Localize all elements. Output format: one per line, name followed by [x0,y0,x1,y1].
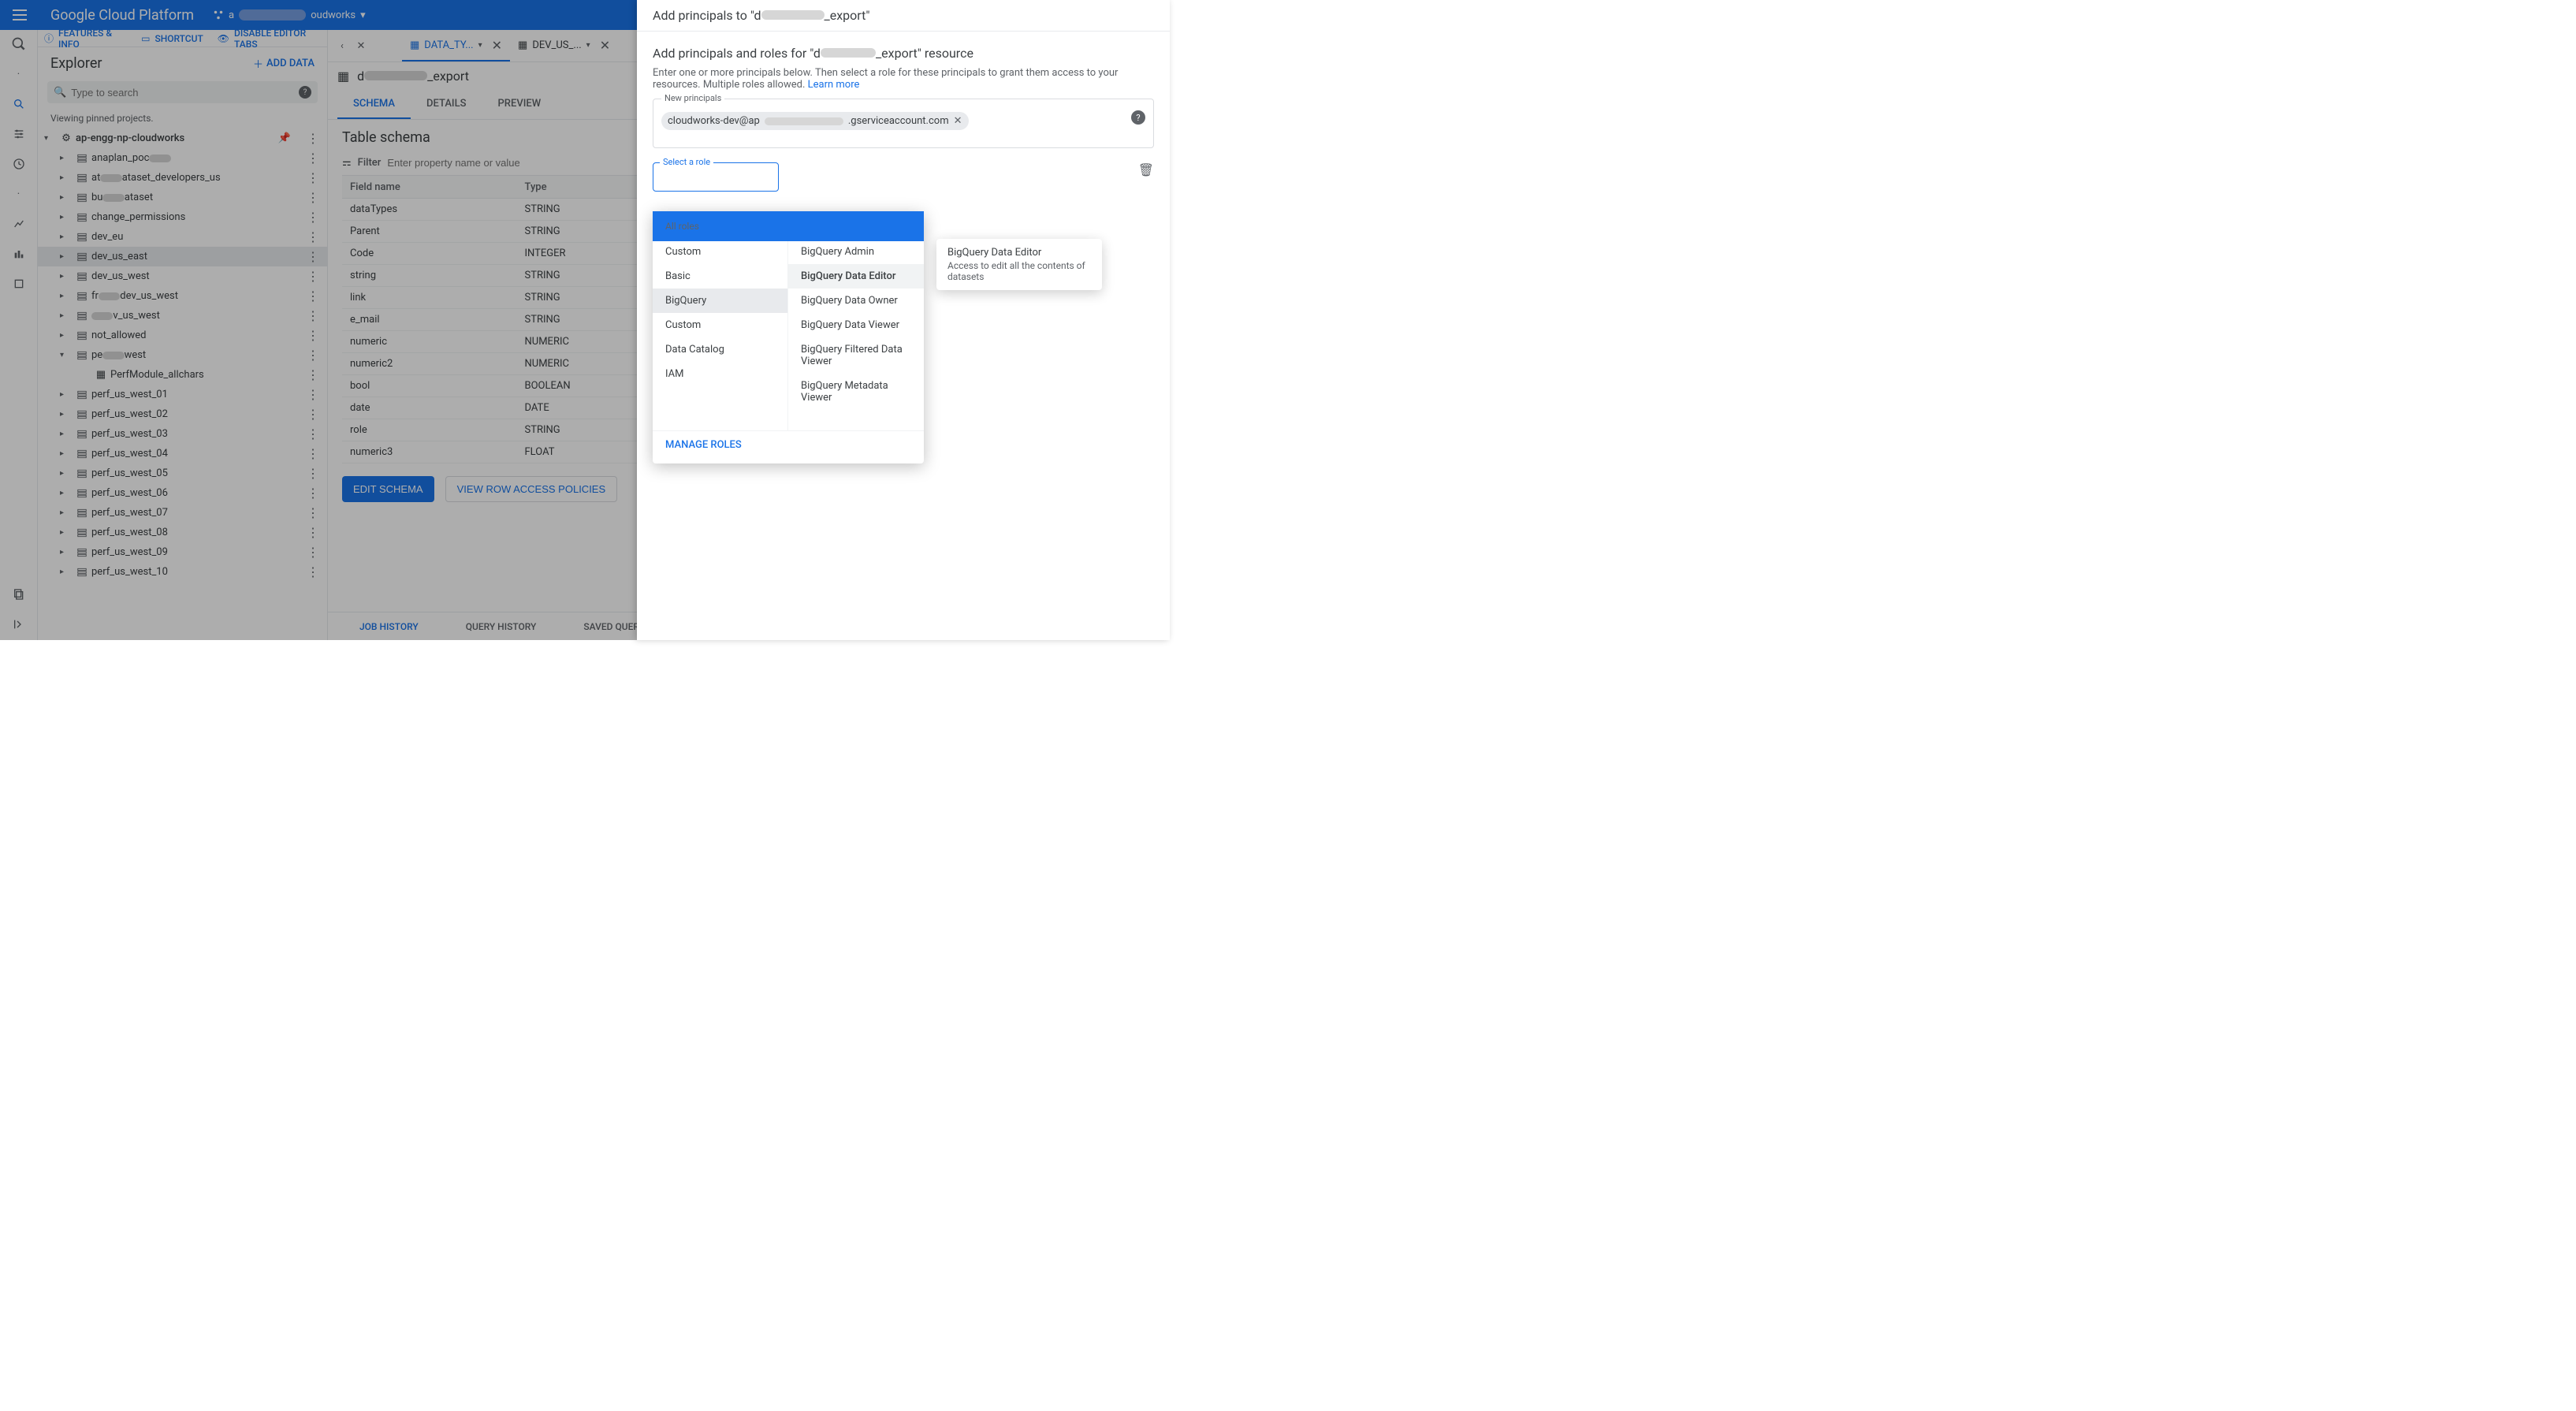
add-principals-panel: Add principals to "d_export" Add princip… [637,0,1170,640]
role-tooltip: BigQuery Data Editor Access to edit all … [936,239,1102,290]
role-bigquery-data-editor[interactable]: BigQuery Data Editor [788,264,924,289]
role-bigquery-filtered-viewer[interactable]: BigQuery Filtered Data Viewer [788,337,924,374]
role-bigquery-data-viewer[interactable]: BigQuery Data Viewer [788,313,924,337]
filter-icon: ⚎ [664,219,673,231]
tooltip-desc: Access to edit all the contents of datas… [947,260,1091,282]
role-dropdown: ⚎ Filter Quick access Custom Basic All r… [653,211,924,464]
role-bigquery-metadata-viewer[interactable]: BigQuery Metadata Viewer [788,374,924,410]
panel-description: Enter one or more principals below. Then… [653,67,1154,91]
role-bigquery-admin[interactable]: BigQuery Admin [788,240,924,264]
role-filter-input[interactable] [709,219,847,231]
principals-label: New principals [661,93,724,103]
role-cat-bigquery[interactable]: BigQuery [653,289,787,313]
role-bigquery-data-owner[interactable]: BigQuery Data Owner [788,289,924,313]
tooltip-title: BigQuery Data Editor [947,247,1091,259]
role-cat-datacatalog[interactable]: Data Catalog [653,337,787,362]
role-filter[interactable]: ⚎ Filter [653,211,924,240]
help-icon[interactable]: ? [1131,110,1145,125]
panel-title: Add principals to "d_export" [637,0,1170,32]
modal-scrim[interactable] [0,0,637,640]
role-cat-basic[interactable]: Basic [653,264,787,289]
role-cat-custom2[interactable]: Custom [653,313,787,337]
role-select-label: Select a role [660,157,713,167]
delete-role-icon[interactable]: 🗑 [1138,162,1154,177]
role-categories: Quick access Custom Basic All roles BigQ… [653,240,788,430]
role-cat-iam[interactable]: IAM [653,362,787,386]
manage-roles-button[interactable]: MANAGE ROLES [653,430,924,459]
remove-chip-icon[interactable]: ✕ [954,115,962,127]
principal-chip[interactable]: cloudworks-dev@ap.gserviceaccount.com ✕ [661,112,969,130]
principals-input[interactable]: New principals cloudworks-dev@ap.gservic… [653,99,1154,148]
role-cat-custom[interactable]: Custom [653,240,787,264]
role-list: BigQuery Admin BigQuery Data Editor BigQ… [788,240,924,430]
role-select[interactable]: Select a role [653,162,779,192]
panel-heading: Add principals and roles for "d_export" … [653,46,1154,61]
learn-more-link[interactable]: Learn more [808,79,860,91]
